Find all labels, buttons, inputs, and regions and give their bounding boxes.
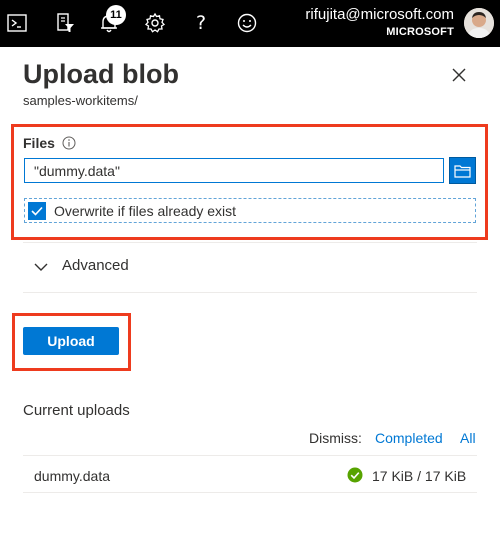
settings-icon[interactable] <box>140 8 170 38</box>
current-uploads-title: Current uploads <box>23 402 130 419</box>
avatar[interactable] <box>464 8 494 38</box>
dismiss-completed-link[interactable]: Completed <box>375 430 443 446</box>
overwrite-option[interactable]: Overwrite if files already exist <box>24 198 476 223</box>
account-org: MICROSOFT <box>386 26 454 38</box>
advanced-label: Advanced <box>62 257 129 274</box>
help-glyph: ? <box>195 11 207 34</box>
account-email: rifujita@microsoft.com <box>305 6 454 23</box>
upload-item-name: dummy.data <box>34 468 110 484</box>
files-label: Files <box>23 135 55 151</box>
close-icon <box>452 68 466 82</box>
container-path: samples-workitems/ <box>23 93 138 108</box>
account-menu[interactable]: rifujita@microsoft.com MICROSOFT <box>305 6 454 40</box>
overwrite-checkbox[interactable] <box>28 202 46 220</box>
close-button[interactable] <box>446 62 472 88</box>
help-icon[interactable]: ? <box>186 8 216 38</box>
dismiss-label: Dismiss: <box>309 430 362 446</box>
files-input[interactable] <box>24 158 444 183</box>
info-icon[interactable] <box>62 136 76 150</box>
top-bar: 11 ? rifujita@microsoft.com MICROSOFT <box>0 0 500 47</box>
panel-title: Upload blob <box>23 59 179 89</box>
advanced-toggle[interactable]: Advanced <box>34 256 184 278</box>
feedback-icon[interactable] <box>232 8 262 38</box>
divider <box>23 492 477 493</box>
folder-icon <box>454 164 471 178</box>
browse-files-button[interactable] <box>449 157 476 184</box>
divider <box>23 292 477 293</box>
overwrite-label: Overwrite if files already exist <box>54 203 237 219</box>
chevron-down-icon <box>34 263 48 271</box>
divider <box>23 242 477 243</box>
notification-count-badge: 11 <box>106 5 126 25</box>
upload-button[interactable]: Upload <box>23 327 119 355</box>
cloud-shell-icon[interactable] <box>2 8 32 38</box>
checkmark-circle-icon <box>347 467 363 483</box>
divider <box>23 455 477 456</box>
upload-item-size: 17 KiB / 17 KiB <box>372 468 467 484</box>
checkmark-icon <box>31 206 43 216</box>
directory-filter-icon[interactable] <box>50 8 80 38</box>
dismiss-all-link[interactable]: All <box>460 430 476 446</box>
